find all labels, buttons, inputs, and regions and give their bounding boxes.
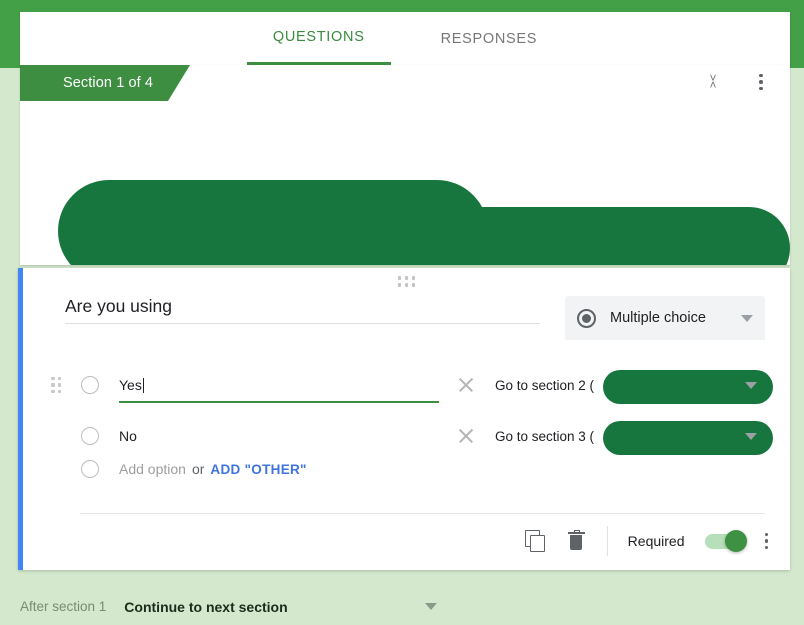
trash-icon[interactable] <box>567 530 587 552</box>
text-cursor <box>142 377 144 393</box>
remove-option-button[interactable] <box>453 423 479 449</box>
after-section-label: After section 1 <box>20 599 107 614</box>
option-text: No <box>119 428 137 444</box>
question-drag-handle[interactable] <box>397 276 416 287</box>
footer-divider <box>606 526 608 556</box>
question-footer-divider <box>80 513 765 514</box>
section-more-button[interactable] <box>748 69 774 95</box>
option-goto-select[interactable]: Go to section 3 ( ) <box>495 420 785 455</box>
question-more-button[interactable] <box>764 532 768 550</box>
chevron-down-icon <box>745 432 757 440</box>
option-text: Yes <box>119 377 142 393</box>
required-label: Required <box>627 533 685 549</box>
option-drag-handle[interactable] <box>51 376 75 394</box>
add-option-radio-icon <box>81 460 99 478</box>
add-option-row: Add option or ADD "OTHER" <box>23 454 307 484</box>
question-title-text: Are you using <box>65 296 173 316</box>
remove-option-button[interactable] <box>453 372 479 398</box>
chevron-down-icon <box>741 314 753 322</box>
radio-button-icon <box>577 308 596 328</box>
option-radio-icon <box>81 376 99 394</box>
copy-icon[interactable] <box>524 530 547 552</box>
section-actions: ˅ ˄ <box>700 69 774 95</box>
tab-questions-label: QUESTIONS <box>272 29 365 45</box>
section-card[interactable]: Section 1 of 4 ˅ ˄ <box>20 65 790 265</box>
option-goto-prefix: Go to section 3 ( <box>495 428 595 444</box>
tab-responses[interactable]: RESPONSES <box>415 12 564 65</box>
section-tab: Section 1 of 4 <box>20 65 190 101</box>
question-header: Are you using Multiple choice <box>65 296 765 340</box>
option-row: Yes Go to section 2 ( ) <box>23 368 790 404</box>
option-row: No Go to section 3 ( ) <box>23 419 790 455</box>
question-title-field[interactable]: Are you using <box>65 296 540 324</box>
more-vert-icon <box>759 73 763 91</box>
question-type-label: Multiple choice <box>610 310 706 326</box>
add-option-or-label: or <box>191 461 205 477</box>
option-radio-icon <box>81 427 99 445</box>
chevron-down-icon[interactable] <box>425 603 437 610</box>
after-section-value[interactable]: Continue to next section <box>124 599 287 615</box>
tab-questions[interactable]: QUESTIONS <box>246 12 391 65</box>
question-card[interactable]: Are you using Multiple choice Yes Go to … <box>18 268 790 570</box>
collapse-chevrons-icon: ˅ ˄ <box>709 71 717 92</box>
question-type-select[interactable]: Multiple choice <box>565 296 765 340</box>
option-text-field[interactable]: No <box>119 421 439 451</box>
tab-list: QUESTIONS RESPONSES <box>246 12 564 65</box>
add-other-button[interactable]: ADD "OTHER" <box>210 462 306 477</box>
required-toggle[interactable] <box>704 529 747 552</box>
section-title-redaction-overlap <box>62 193 482 265</box>
section-header: Section 1 of 4 ˅ ˄ <box>20 65 790 101</box>
option-text-field[interactable]: Yes <box>119 370 439 403</box>
after-section-bar: After section 1 Continue to next section <box>0 588 804 625</box>
section-tab-label: Section 1 of 4 <box>63 75 154 91</box>
tab-bar: QUESTIONS RESPONSES <box>20 12 790 65</box>
tab-responses-label: RESPONSES <box>440 30 538 47</box>
chevron-down-icon <box>745 381 757 389</box>
google-forms-editor: QUESTIONS RESPONSES Section 1 of 4 ˅ ˄ A… <box>0 0 804 625</box>
add-option-button[interactable]: Add option <box>119 461 186 477</box>
option-goto-prefix: Go to section 2 ( <box>495 377 595 393</box>
option-goto-select[interactable]: Go to section 2 ( ) <box>495 369 785 404</box>
collapse-section-button[interactable]: ˅ ˄ <box>700 69 726 95</box>
question-footer: Required <box>524 526 768 556</box>
